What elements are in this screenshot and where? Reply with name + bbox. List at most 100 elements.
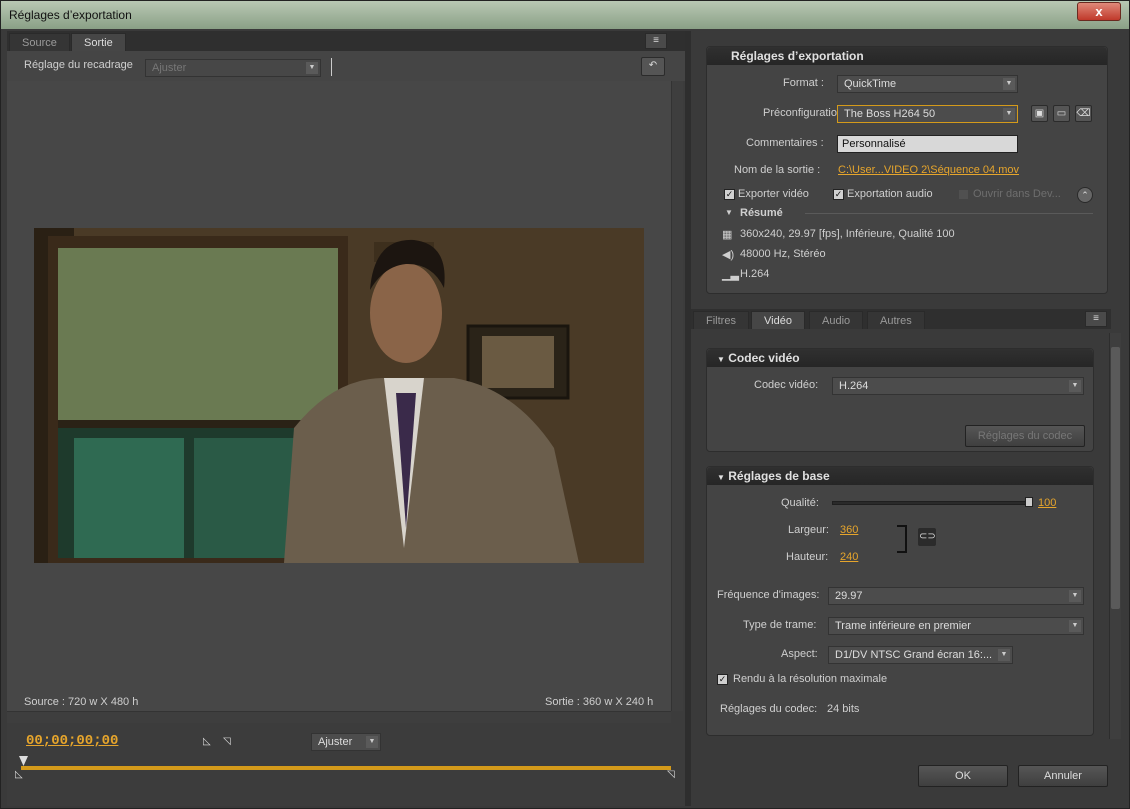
- comments-label: Commentaires :: [746, 137, 824, 149]
- in-point-icon[interactable]: ◺: [15, 769, 23, 780]
- aspect-label: Aspect:: [781, 648, 818, 660]
- preview-panel: Source Sortie ≡ Réglage du recadrage Aju…: [7, 31, 685, 806]
- movie-still-image: [34, 228, 644, 563]
- bitrate-icon: ▁▃: [722, 269, 739, 281]
- height-value[interactable]: 240: [840, 551, 858, 563]
- crop-toolbar: Réglage du recadrage Ajuster ▼ ↶: [7, 51, 685, 81]
- settings-panel: Réglages d’exportation Format : QuickTim…: [691, 31, 1127, 806]
- preview-horizontal-scrollbar[interactable]: [7, 711, 671, 723]
- settings-scrollbar[interactable]: [1109, 333, 1121, 739]
- video-codec-label: Codec vidéo:: [754, 379, 819, 391]
- chevron-down-icon: ▼: [1003, 78, 1015, 90]
- video-codec-value: H.264: [839, 380, 869, 392]
- output-size-label: Sortie : 360 w X 240 h: [545, 696, 654, 708]
- out-point-icon[interactable]: ◹: [667, 769, 675, 780]
- open-in-checkbox[interactable]: [958, 189, 969, 200]
- format-dropdown[interactable]: QuickTime ▼: [837, 75, 1018, 93]
- settings-scrollbar-thumb[interactable]: [1111, 347, 1120, 609]
- quality-slider[interactable]: [832, 501, 1032, 505]
- output-name-link[interactable]: C:\User...VIDEO 2\Séquence 04.mov: [838, 164, 1019, 176]
- codec-settings-button[interactable]: Réglages du codec: [965, 425, 1085, 447]
- export-audio-checkbox[interactable]: ✓: [833, 189, 844, 200]
- mark-out-icon[interactable]: ◹: [223, 736, 231, 747]
- timecode-display[interactable]: 00;00;00;00: [26, 733, 118, 749]
- video-preview-area: Source : 720 w X 480 h Sortie : 360 w X …: [7, 81, 671, 711]
- chevron-down-icon: ▼: [1069, 620, 1081, 632]
- ok-button[interactable]: OK: [918, 765, 1008, 787]
- field-type-label: Type de trame:: [743, 619, 817, 631]
- reset-crop-icon[interactable]: ↶: [641, 57, 665, 76]
- export-settings-section: Réglages d’exportation Format : QuickTim…: [706, 46, 1108, 294]
- tab-audio[interactable]: Audio: [809, 311, 864, 329]
- window-title: Réglages d’exportation: [9, 8, 132, 22]
- collapse-triangle-icon: ▼: [717, 473, 725, 482]
- basic-settings-title: Réglages de base: [728, 469, 830, 483]
- video-frame: [34, 228, 644, 563]
- quality-value[interactable]: 100: [1038, 497, 1056, 509]
- panel-menu-icon[interactable]: ≡: [645, 33, 667, 49]
- zoom-fit-dropdown[interactable]: Ajuster ▼: [311, 733, 381, 751]
- summary-divider: [805, 213, 1093, 214]
- comments-field[interactable]: Personnalisé: [837, 135, 1018, 153]
- format-value: QuickTime: [844, 78, 897, 90]
- tab-output[interactable]: Sortie: [71, 33, 126, 51]
- timeline-bar[interactable]: [21, 766, 671, 770]
- chain-link-icon[interactable]: ⊂⊃: [918, 528, 936, 546]
- mark-in-icon[interactable]: ◺: [203, 736, 211, 747]
- tab-video[interactable]: Vidéo: [751, 311, 805, 329]
- title-bar: Réglages d’exportation x: [1, 1, 1129, 29]
- preview-vertical-scrollbar[interactable]: [671, 81, 683, 711]
- codec-settings-value: 24 bits: [827, 703, 860, 715]
- collapse-triangle-icon: ▼: [717, 355, 725, 364]
- export-settings-header: Réglages d’exportation: [707, 47, 1107, 65]
- delete-preset-trash-icon[interactable]: ⌫: [1075, 105, 1092, 122]
- chevron-down-icon: ▼: [1003, 108, 1015, 120]
- video-codec-section: ▼ Codec vidéo Codec vidéo: H.264 ▼ Régla…: [706, 348, 1094, 452]
- tab-source[interactable]: Source: [9, 33, 70, 51]
- max-render-label: Rendu à la résolution maximale: [733, 673, 888, 685]
- tab-other[interactable]: Autres: [867, 311, 925, 329]
- format-label: Format :: [783, 77, 824, 89]
- chevron-down-icon: ▼: [1069, 590, 1081, 602]
- max-render-checkbox[interactable]: ✓: [717, 674, 728, 685]
- quality-label: Qualité:: [781, 497, 819, 509]
- speaker-icon: ◀): [722, 249, 735, 261]
- link-bracket: [897, 525, 907, 553]
- divider: [331, 58, 332, 76]
- export-settings-window: Réglages d’exportation x Source Sortie ≡…: [0, 0, 1130, 809]
- save-preset-icon[interactable]: ▣: [1031, 105, 1048, 122]
- summary-toggle-icon[interactable]: ▼: [725, 208, 733, 217]
- collapse-icon[interactable]: ⌃: [1077, 187, 1093, 203]
- aspect-dropdown[interactable]: D1/DV NTSC Grand écran 16:... ▼: [828, 646, 1013, 664]
- close-button[interactable]: x: [1077, 2, 1121, 21]
- export-audio-label: Exportation audio: [847, 188, 933, 200]
- preview-tab-bar: Source Sortie ≡: [7, 31, 685, 51]
- tab-filters[interactable]: Filtres: [693, 311, 749, 329]
- zoom-fit-value: Ajuster: [318, 736, 353, 748]
- width-label: Largeur:: [788, 524, 829, 536]
- cancel-button[interactable]: Annuler: [1018, 765, 1108, 787]
- playhead-icon[interactable]: [19, 756, 28, 766]
- codec-settings-label: Réglages du codec:: [720, 703, 818, 715]
- summary-audio-text: 48000 Hz, Stéréo: [740, 248, 826, 260]
- width-value[interactable]: 360: [840, 524, 858, 536]
- basic-settings-header[interactable]: ▼ Réglages de base: [707, 467, 1093, 485]
- chevron-down-icon: ▼: [366, 736, 378, 748]
- field-type-dropdown[interactable]: Trame inférieure en premier ▼: [828, 617, 1084, 635]
- crop-dropdown-value: Ajuster: [152, 62, 187, 74]
- frame-rate-dropdown[interactable]: 29.97 ▼: [828, 587, 1084, 605]
- quality-slider-thumb[interactable]: [1025, 497, 1033, 507]
- summary-video-text: 360x240, 29.97 [fps], Inférieure, Qualit…: [740, 228, 955, 240]
- export-video-checkbox[interactable]: ✓: [724, 189, 735, 200]
- frame-rate-label: Fréquence d'images:: [717, 589, 820, 601]
- video-codec-dropdown[interactable]: H.264 ▼: [832, 377, 1084, 395]
- aspect-value: D1/DV NTSC Grand écran 16:...: [835, 649, 993, 661]
- film-icon: ▦: [722, 229, 733, 241]
- video-codec-header[interactable]: ▼ Codec vidéo: [707, 349, 1093, 367]
- height-label: Hauteur:: [786, 551, 829, 563]
- crop-dropdown[interactable]: Ajuster ▼: [145, 59, 321, 77]
- video-codec-title: Codec vidéo: [728, 351, 800, 365]
- import-preset-folder-icon[interactable]: ▭: [1053, 105, 1070, 122]
- preset-dropdown[interactable]: The Boss H264 50 ▼: [837, 105, 1018, 123]
- settings-menu-icon[interactable]: ≡: [1085, 311, 1107, 327]
